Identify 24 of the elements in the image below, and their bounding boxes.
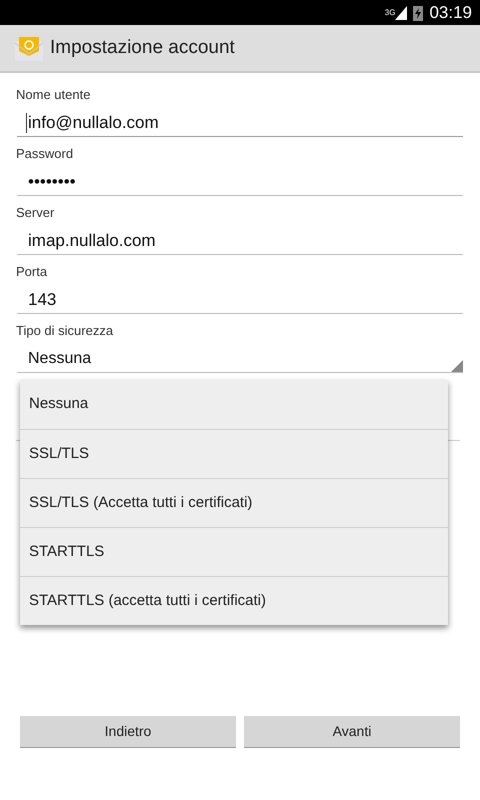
field-label: Porta [16, 264, 48, 280]
nav-button[interactable]: Avanti [244, 716, 460, 748]
dropdown-option[interactable]: STARTTLS [20, 527, 448, 576]
network-type: 3G [384, 8, 396, 16]
field-label: Tipo di sicurezza [16, 323, 114, 339]
battery-charging-icon [413, 4, 424, 20]
dropdown-option[interactable]: STARTTLS (accetta tutti i certificati) [20, 576, 448, 625]
screen-title: Impostazione account [50, 36, 235, 60]
dropdown-option[interactable]: SSL/TLS [20, 429, 448, 478]
dropdown-option[interactable]: SSL/TLS (Accetta tutti i certificati) [20, 478, 448, 527]
text-field[interactable]: •••••••• [17, 168, 463, 196]
text-field[interactable]: 143 [17, 286, 463, 314]
security-spinner[interactable]: Nessuna [17, 345, 463, 373]
field-label: Password [16, 146, 74, 162]
text-cursor [26, 112, 27, 132]
signal-icon [395, 6, 408, 20]
nav-button[interactable]: Indietro [20, 716, 236, 748]
text-field[interactable]: info@nullalo.com [17, 109, 463, 137]
dropdown-corner-icon [451, 360, 463, 372]
clock: 03:19 [429, 2, 472, 24]
field-label: Server [16, 205, 56, 221]
dropdown-option[interactable]: Nessuna [20, 380, 448, 429]
field-label: Nome utente [16, 87, 92, 103]
text-field[interactable]: imap.nullalo.com [17, 227, 463, 255]
